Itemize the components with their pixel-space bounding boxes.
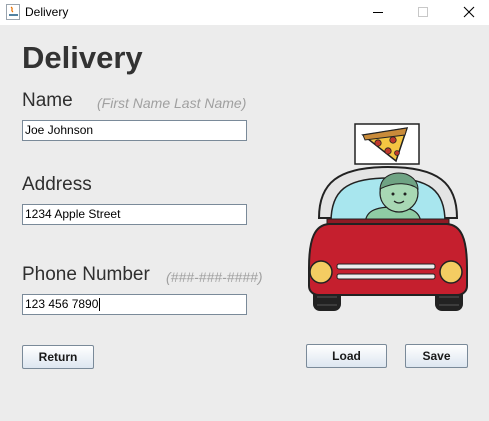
close-icon[interactable] (445, 0, 489, 25)
delivery-form-panel: Delivery Name (First Name Last Name) Joe… (0, 25, 489, 421)
phone-field-value: 123 456 7890 (25, 297, 99, 311)
page-title: Delivery (22, 40, 143, 75)
name-field[interactable]: Joe Johnson (22, 120, 247, 141)
name-label: Name (22, 90, 73, 111)
phone-format-hint: (###-###-####) (166, 269, 263, 285)
load-button[interactable]: Load (306, 344, 387, 368)
window-title: Delivery (25, 5, 69, 19)
name-format-hint: (First Name Last Name) (97, 95, 247, 111)
address-field[interactable]: 1234 Apple Street (22, 204, 247, 225)
pizza-delivery-car-icon (308, 123, 468, 311)
address-label: Address (22, 174, 92, 195)
maximize-icon[interactable] (400, 0, 446, 25)
text-cursor (99, 298, 101, 312)
java-app-icon (6, 4, 20, 20)
title-bar: Delivery (0, 0, 489, 25)
phone-field[interactable]: 123 456 7890 (22, 294, 247, 315)
return-button[interactable]: Return (22, 345, 94, 369)
phone-label: Phone Number (22, 264, 150, 285)
minimize-icon[interactable] (355, 0, 401, 25)
save-button[interactable]: Save (405, 344, 468, 368)
